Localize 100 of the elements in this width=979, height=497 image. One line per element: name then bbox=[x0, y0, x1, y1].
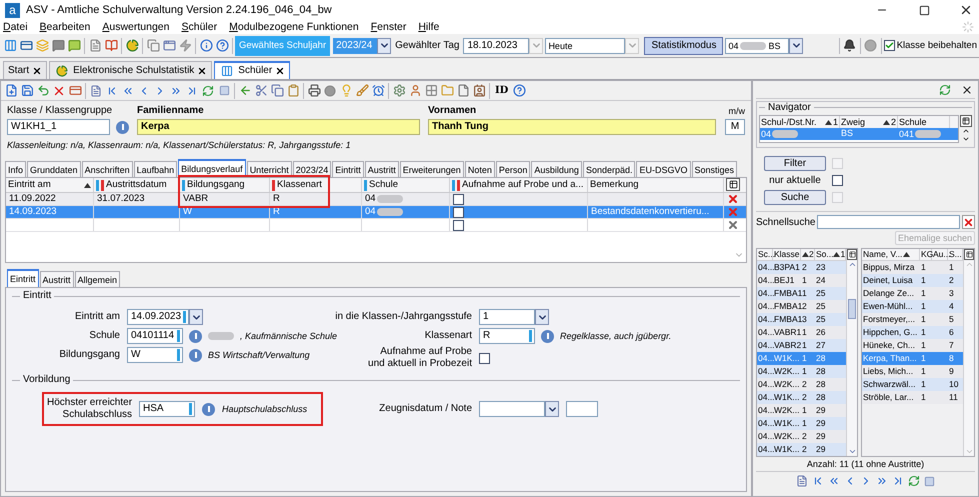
lightning-icon[interactable] bbox=[177, 38, 193, 54]
list-row[interactable]: Forstmeyer,... 1 5 bbox=[862, 313, 963, 326]
list-row[interactable]: 04...B3PA1 2 23 bbox=[757, 261, 846, 274]
text-field[interactable]: R bbox=[479, 328, 535, 344]
checkbox[interactable] bbox=[832, 175, 843, 186]
table-icon[interactable] bbox=[848, 251, 856, 258]
menu-item[interactable]: Fenster bbox=[370, 21, 406, 33]
close-tab-icon[interactable] bbox=[197, 66, 208, 76]
list-row[interactable]: Ewen-Mühl... 1 4 bbox=[862, 300, 963, 313]
delete-row-icon[interactable] bbox=[726, 193, 739, 205]
table-icon[interactable] bbox=[728, 180, 738, 189]
help-icon[interactable] bbox=[511, 82, 528, 98]
text-field[interactable]: W bbox=[127, 347, 183, 363]
tab[interactable]: EU-DSGVO bbox=[636, 161, 690, 177]
table-row[interactable]: 11.09.2022 31.07.2023 VABR R 04 bbox=[6, 193, 746, 206]
grade-field[interactable] bbox=[566, 401, 598, 417]
info-icon[interactable] bbox=[202, 402, 216, 416]
text-field[interactable]: HSA bbox=[139, 401, 196, 417]
table-icon[interactable] bbox=[966, 251, 972, 258]
day-mode-field[interactable]: Heute bbox=[545, 38, 626, 54]
alarm-clock-icon[interactable] bbox=[370, 82, 386, 98]
info-icon[interactable] bbox=[541, 330, 554, 342]
tab[interactable]: Anschriften bbox=[82, 161, 133, 177]
column-header[interactable]: Aufnahme auf Probe und a... bbox=[450, 178, 588, 192]
dropdown-button[interactable] bbox=[545, 401, 559, 417]
tab[interactable]: Allgemein bbox=[74, 271, 120, 287]
text-field[interactable]: 14.09.2023 bbox=[127, 309, 190, 325]
dropdown-button[interactable] bbox=[535, 309, 549, 325]
list-row[interactable]: 04...BEJ1 1 24 bbox=[757, 274, 846, 287]
tab[interactable]: Austritt bbox=[40, 271, 74, 287]
copy-icon[interactable] bbox=[269, 82, 285, 98]
list-row[interactable]: 04...W2K... 2 29 bbox=[757, 430, 846, 443]
list-row[interactable]: 04...W1K... 2 28 bbox=[757, 391, 846, 404]
school-field[interactable]: 04 BS bbox=[725, 38, 790, 54]
bell-icon[interactable] bbox=[842, 38, 858, 54]
list-row[interactable]: 04...W2K... 1 29 bbox=[757, 404, 846, 417]
chat-icon[interactable] bbox=[50, 38, 66, 54]
info-icon[interactable] bbox=[189, 348, 202, 362]
column-header[interactable]: Bildungsgang bbox=[180, 178, 270, 192]
list-row[interactable]: Deinet, Luisa 1 2 bbox=[862, 274, 963, 287]
list-row[interactable]: Hüneke, Ch... 1 7 bbox=[862, 339, 963, 352]
list-row[interactable]: 04...W2K... 1 28 bbox=[757, 365, 846, 378]
column-header[interactable]: KG bbox=[920, 249, 932, 260]
pie-chart-icon[interactable] bbox=[124, 38, 140, 54]
first-name-field[interactable]: Thanh Tung bbox=[428, 119, 716, 135]
column-header[interactable]: Klasse bbox=[773, 249, 801, 260]
checkbox[interactable] bbox=[453, 206, 464, 218]
column-header[interactable]: Bemerkung bbox=[588, 178, 724, 192]
tab[interactable]: Info bbox=[5, 161, 26, 177]
tab[interactable]: Erweiterungen bbox=[400, 161, 464, 177]
surname-field[interactable]: Kerpa bbox=[137, 119, 420, 135]
day-field[interactable]: 18.10.2023 bbox=[463, 38, 530, 54]
list-row[interactable]: 04...W1K... 2 29 bbox=[757, 443, 846, 456]
tab[interactable]: Sonstiges bbox=[692, 161, 738, 177]
list-row[interactable]: Schwarzwäl... 1 10 bbox=[862, 378, 963, 391]
list-row[interactable]: 04...FMBA13 25 bbox=[757, 313, 846, 326]
dropdown-button[interactable] bbox=[789, 38, 804, 54]
list-row[interactable]: 04...VABR21 27 bbox=[757, 339, 846, 352]
list-row[interactable]: Liebs, Mich... 1 9 bbox=[862, 365, 963, 378]
list-row[interactable]: Hippchen, G... 1 6 bbox=[862, 326, 963, 339]
quick-search-field[interactable] bbox=[817, 215, 960, 229]
cut-icon[interactable] bbox=[253, 82, 269, 98]
grid-icon[interactable] bbox=[423, 82, 439, 98]
column-header[interactable]: Au... bbox=[932, 249, 948, 260]
copy-icon[interactable] bbox=[145, 38, 161, 54]
column-header[interactable]: Name, V... bbox=[862, 249, 920, 260]
list-row[interactable]: Delange Ze... 1 3 bbox=[862, 287, 963, 300]
column-header[interactable]: 2 bbox=[801, 249, 815, 260]
menu-item[interactable]: Hilfe bbox=[418, 21, 440, 33]
column-header[interactable]: Sc... bbox=[757, 249, 773, 260]
statistics-mode-button[interactable]: Statistikmodus bbox=[644, 36, 724, 54]
document-tab[interactable]: Schüler bbox=[214, 61, 290, 79]
window-icon[interactable] bbox=[161, 38, 177, 54]
tab[interactable]: Eintritt bbox=[7, 269, 39, 287]
info-icon[interactable] bbox=[116, 120, 129, 134]
save-icon[interactable] bbox=[19, 82, 35, 98]
tab[interactable]: Ausbildung bbox=[531, 161, 582, 177]
tab[interactable]: Eintritt bbox=[332, 161, 364, 177]
tab[interactable]: Sonderpäd. bbox=[582, 161, 636, 177]
tab[interactable]: Austritt bbox=[364, 161, 399, 177]
checkbox[interactable] bbox=[479, 352, 490, 364]
text-field[interactable]: 1 bbox=[479, 309, 535, 325]
gear-icon[interactable] bbox=[391, 82, 407, 98]
document-tab[interactable]: Elektronische Schulstatistik bbox=[49, 61, 212, 79]
gender-field[interactable]: M bbox=[725, 119, 745, 135]
list-row[interactable]: Bippus, Mirza 1 1 bbox=[862, 261, 963, 274]
checkbox[interactable] bbox=[884, 40, 895, 51]
ellipse-icon[interactable] bbox=[322, 82, 338, 98]
close-tab-icon[interactable] bbox=[32, 66, 42, 76]
tab[interactable]: Person bbox=[496, 161, 530, 177]
class-field[interactable]: W1KH1_1 bbox=[7, 119, 110, 135]
list-row[interactable]: 04...W2K... 2 28 bbox=[757, 378, 846, 391]
book-icon[interactable] bbox=[103, 38, 119, 54]
columns-icon[interactable] bbox=[2, 38, 18, 54]
info-icon[interactable] bbox=[189, 330, 202, 342]
dropdown-button[interactable] bbox=[189, 309, 204, 325]
menu-item[interactable]: Schüler bbox=[181, 21, 218, 33]
checkbox[interactable] bbox=[453, 194, 464, 204]
scroll-thumb[interactable] bbox=[848, 299, 856, 319]
menu-item[interactable]: Datei bbox=[3, 21, 28, 33]
